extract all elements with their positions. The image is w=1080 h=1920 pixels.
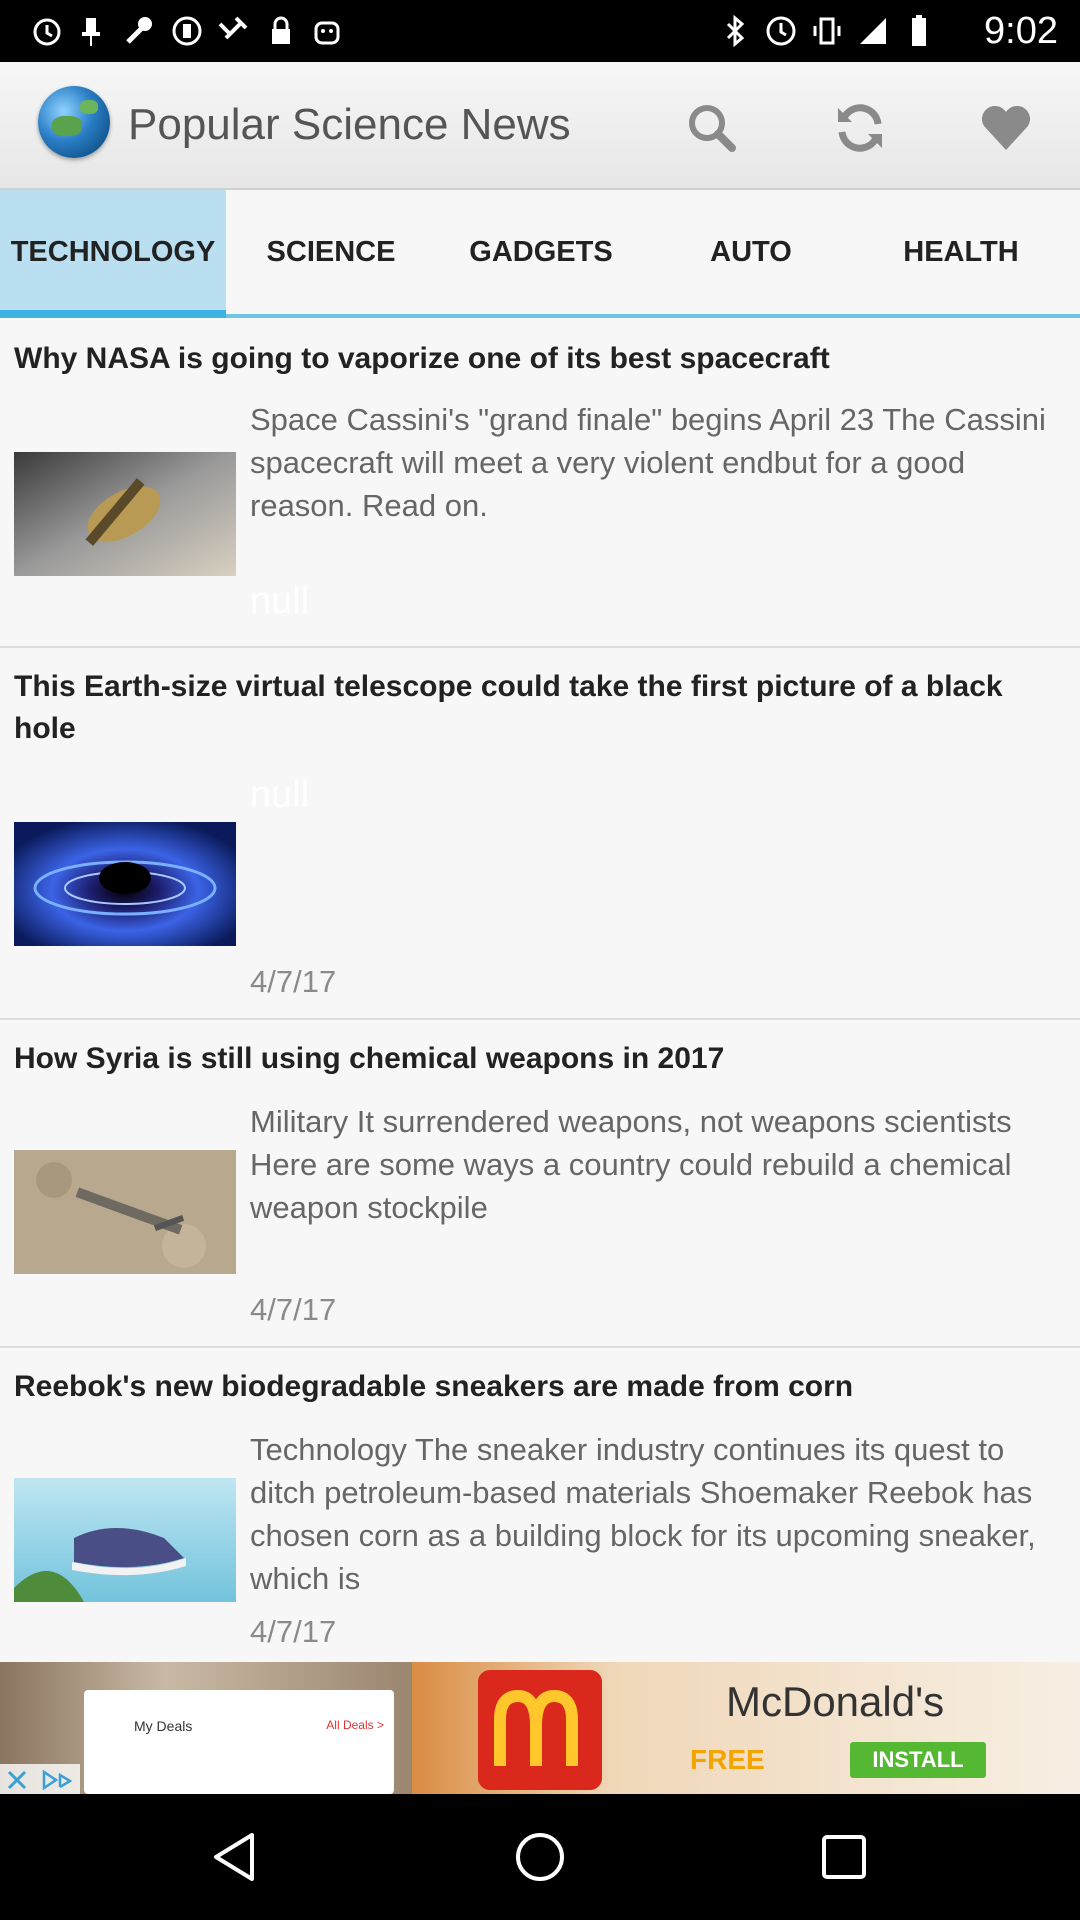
tab-label: GADGETS (469, 235, 613, 268)
ad-brand-name: McDonald's (726, 1678, 945, 1725)
app-bar: Popular Science News (0, 62, 1080, 190)
tab-label: AUTO (710, 235, 792, 268)
ad-phone-screen: My Deals All Deals > (84, 1690, 394, 1794)
article-description: Space Cassini's "grand finale" begins Ap… (250, 402, 1046, 523)
adchoices-icon[interactable] (40, 1769, 74, 1791)
news-item[interactable]: This Earth-size virtual telescope could … (0, 648, 1080, 1020)
back-icon[interactable] (206, 1827, 266, 1887)
news-item[interactable]: How Syria is still using chemical weapon… (0, 1020, 1080, 1348)
news-item[interactable]: Reebok's new biodegradable sneakers are … (0, 1348, 1080, 1662)
tab-auto[interactable]: AUTO (646, 190, 856, 314)
ad-free-label: FREE (690, 1744, 765, 1775)
refresh-icon[interactable] (830, 98, 890, 158)
article-title: This Earth-size virtual telescope could … (14, 670, 1003, 745)
cassini-spacecraft-image (14, 452, 236, 576)
circle-icon (172, 16, 202, 46)
article-date: 4/7/17 (250, 1292, 337, 1327)
tab-gadgets[interactable]: GADGETS (436, 190, 646, 314)
article-footer: null (250, 580, 310, 622)
article-description: Technology The sneaker industry continue… (250, 1432, 1036, 1596)
navigation-bar (0, 1794, 1080, 1920)
globe-logo-icon (38, 86, 110, 158)
tab-science[interactable]: SCIENCE (226, 190, 436, 314)
signal-icon (860, 18, 886, 44)
battery-icon (912, 15, 926, 46)
clock-icon (766, 16, 796, 46)
tab-health[interactable]: HEALTH (856, 190, 1066, 314)
sneaker-image (14, 1478, 236, 1602)
wrench-icon (126, 17, 152, 44)
news-list[interactable]: Why NASA is going to vaporize one of its… (0, 318, 1080, 1662)
article-description: Military It surrendered weapons, not wea… (250, 1104, 1012, 1225)
satellite-icon (218, 16, 248, 40)
article-title: How Syria is still using chemical weapon… (14, 1042, 725, 1075)
pin-icon (82, 18, 100, 46)
black-hole-image (14, 822, 236, 946)
recents-icon[interactable] (814, 1827, 874, 1887)
ad-deals-link: All Deals > (326, 1718, 384, 1732)
close-icon[interactable] (6, 1769, 28, 1791)
article-description: null (250, 774, 310, 816)
category-tabs: TECHNOLOGY SCIENCE GADGETS AUTO HEALTH (0, 190, 1080, 318)
tab-technology[interactable]: TECHNOLOGY (0, 190, 226, 318)
android-icon (314, 21, 340, 45)
search-icon[interactable] (682, 98, 742, 158)
weapon-on-ground-image (14, 1150, 236, 1274)
article-date: 4/7/17 (250, 964, 337, 999)
tab-label: SCIENCE (266, 235, 396, 268)
bluetooth-icon (726, 14, 745, 48)
lock-icon (272, 16, 290, 44)
article-title: Reebok's new biodegradable sneakers are … (14, 1370, 854, 1403)
app-title: Popular Science News (128, 100, 571, 149)
mcdonalds-logo-icon (478, 1670, 602, 1790)
ad-banner[interactable]: My Deals All Deals > McDonald's FREE INS… (0, 1662, 1080, 1794)
ad-deals-title: My Deals (134, 1718, 193, 1734)
article-date: 4/7/17 (250, 1614, 337, 1649)
ad-install-button[interactable]: INSTALL (850, 1742, 986, 1778)
article-title: Why NASA is going to vaporize one of its… (14, 342, 830, 375)
news-item[interactable]: Why NASA is going to vaporize one of its… (0, 318, 1080, 648)
status-bar: 9:02 (0, 0, 1080, 62)
alarm-icon (33, 18, 61, 46)
ad-close-controls[interactable] (0, 1764, 80, 1794)
home-icon[interactable] (510, 1827, 570, 1887)
vibrate-icon (813, 17, 841, 45)
tab-label: HEALTH (903, 235, 1019, 268)
status-time: 9:02 (984, 10, 1058, 52)
heart-icon[interactable] (976, 98, 1036, 158)
tab-label: TECHNOLOGY (10, 235, 216, 268)
